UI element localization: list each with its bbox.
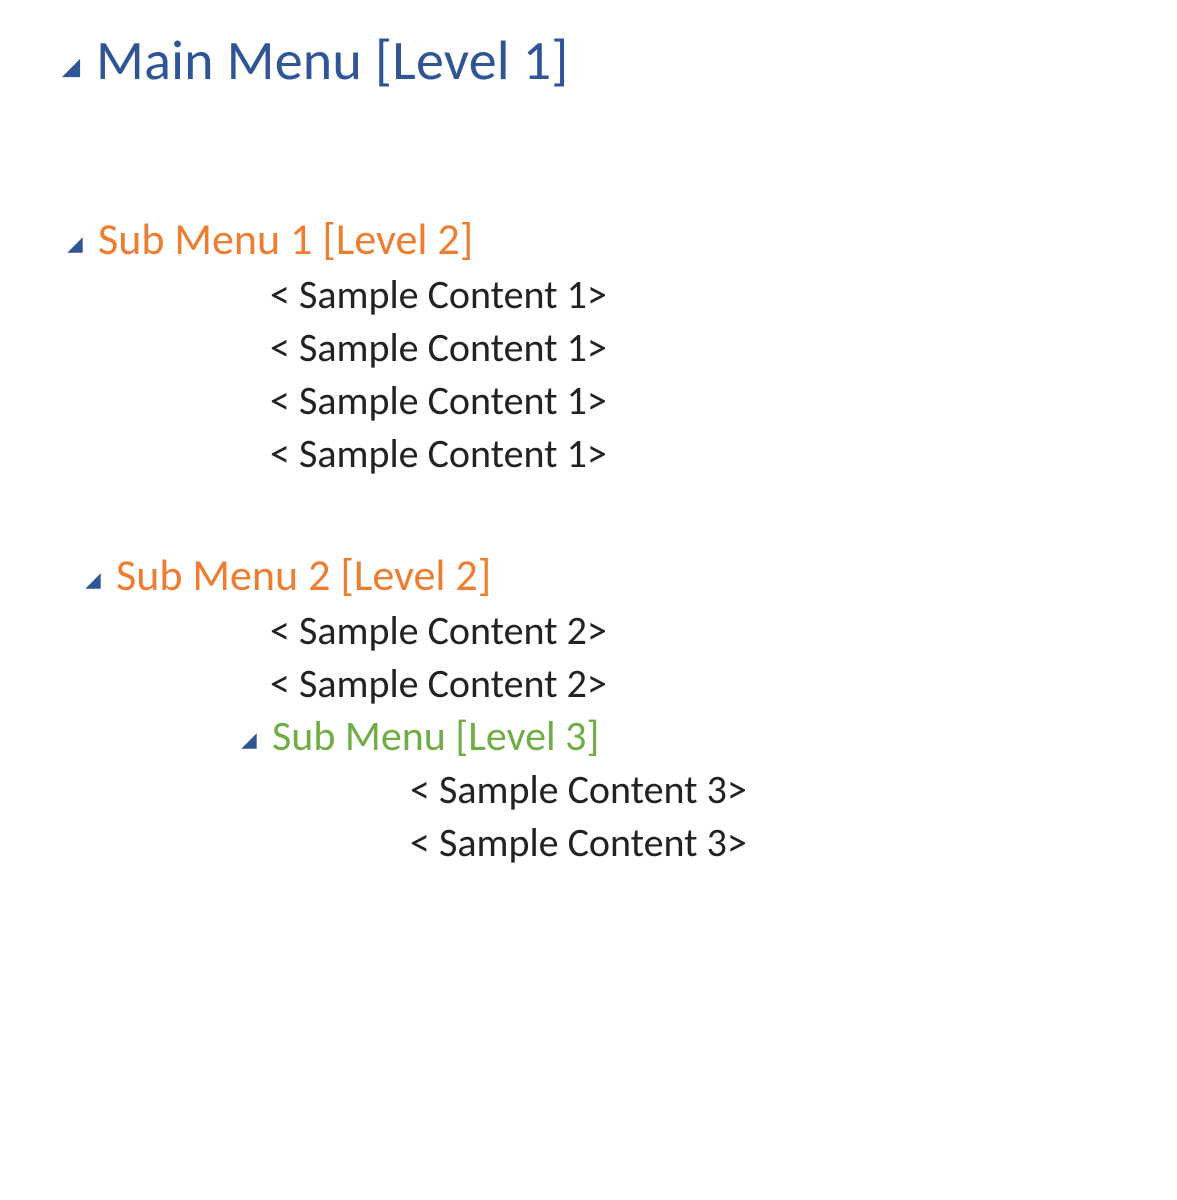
content-text: < Sample Content 3> bbox=[410, 765, 747, 814]
collapse-triangle-icon[interactable] bbox=[82, 570, 104, 592]
content-text: < Sample Content 1> bbox=[270, 323, 607, 372]
content-line: < Sample Content 2> bbox=[58, 659, 1177, 708]
content-line: < Sample Content 3> bbox=[58, 765, 1177, 814]
collapse-triangle-icon[interactable] bbox=[58, 55, 84, 81]
document-page: Main Menu [Level 1] Sub Menu 1 [Level 2]… bbox=[0, 0, 1177, 1200]
content-line: < Sample Content 3> bbox=[58, 818, 1177, 867]
collapse-triangle-icon[interactable] bbox=[64, 234, 86, 256]
content-text: < Sample Content 1> bbox=[270, 429, 607, 478]
heading-level-2: Sub Menu 1 [Level 2] bbox=[98, 214, 473, 266]
content-line: < Sample Content 1> bbox=[58, 270, 1177, 319]
collapse-triangle-icon[interactable] bbox=[238, 730, 260, 752]
spacer bbox=[58, 94, 1177, 214]
heading-level-2-row: Sub Menu 1 [Level 2] bbox=[58, 214, 1177, 266]
content-text: < Sample Content 1> bbox=[270, 270, 607, 319]
content-text: < Sample Content 2> bbox=[270, 606, 607, 655]
content-text: < Sample Content 1> bbox=[270, 376, 607, 425]
content-text: < Sample Content 2> bbox=[270, 659, 607, 708]
content-text: < Sample Content 3> bbox=[410, 818, 747, 867]
content-line: < Sample Content 1> bbox=[58, 429, 1177, 478]
heading-level-1-row: Main Menu [Level 1] bbox=[58, 28, 1177, 94]
heading-level-3-row: Sub Menu [Level 3] bbox=[58, 712, 1177, 762]
content-line: < Sample Content 1> bbox=[58, 323, 1177, 372]
heading-level-2: Sub Menu 2 [Level 2] bbox=[116, 550, 491, 602]
heading-level-3: Sub Menu [Level 3] bbox=[272, 712, 599, 762]
spacer bbox=[58, 478, 1177, 550]
heading-level-1: Main Menu [Level 1] bbox=[96, 28, 569, 94]
content-line: < Sample Content 1> bbox=[58, 376, 1177, 425]
heading-level-2-row: Sub Menu 2 [Level 2] bbox=[58, 550, 1177, 602]
content-line: < Sample Content 2> bbox=[58, 606, 1177, 655]
